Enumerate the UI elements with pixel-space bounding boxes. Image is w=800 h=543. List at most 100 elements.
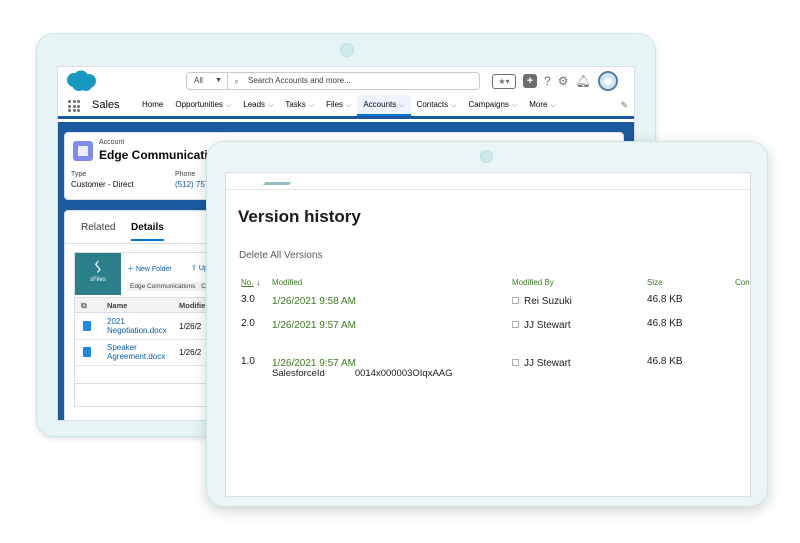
nav-item-label: More [529, 100, 548, 109]
field-value-type: Customer - Direct [71, 180, 134, 189]
plus-icon: ＋ [127, 266, 134, 273]
front-tablet-frame: Version history Delete All Versions No. ↓… [206, 141, 768, 507]
tab-details[interactable]: Details [131, 222, 164, 241]
nav-item-label: Accounts [363, 100, 397, 109]
new-folder-label: New Folder [135, 266, 172, 273]
nav-item-tasks[interactable]: Tasks ⌵ [279, 95, 320, 116]
nav-item-label: Files [326, 100, 344, 109]
version-modified-link[interactable]: 1/26/2021 9:58 AM [272, 296, 356, 307]
version-modified-link[interactable]: 1/26/2021 9:57 AM [272, 320, 356, 331]
field-value-phone[interactable]: (512) 757 [175, 180, 209, 189]
nav-item-label: Opportunities [175, 100, 223, 109]
plus-icon[interactable]: + [523, 74, 537, 88]
column-no[interactable]: No. ↓ [241, 278, 260, 287]
global-search-input[interactable]: ⌕ Search Accounts and more... [228, 72, 480, 90]
nav-item-more[interactable]: More ⌵ [523, 95, 562, 116]
camera-icon [340, 43, 354, 57]
file-name-link[interactable]: 2021 Negotiation.docx [107, 317, 177, 335]
nav-item-campaigns[interactable]: Campaigns ⌵ [462, 95, 523, 116]
sfiles-breadcrumb[interactable]: Edge Communications C [127, 282, 209, 291]
nav-item-contacts[interactable]: Contacts ⌵ [411, 95, 463, 116]
chevron-down-icon[interactable]: ⌵ [512, 102, 517, 109]
user-checkbox-icon [512, 297, 519, 304]
bell-icon[interactable]: 🔔︎ [575, 73, 590, 89]
user-name: Rei Suzuki [524, 296, 572, 307]
version-modified-link[interactable]: 1/26/2021 9:57 AM [272, 358, 356, 369]
nav-item-label: Tasks [285, 100, 306, 109]
tab-related[interactable]: Related [81, 222, 115, 233]
nav-item-leads[interactable]: Leads ⌵ [237, 95, 279, 116]
version-size: 46.8 KB [647, 318, 683, 329]
column-no-label: No. [241, 278, 254, 287]
edit-nav-pencil-icon[interactable]: ✎ [620, 100, 628, 111]
salesforce-cloud-icon[interactable] [64, 70, 98, 92]
sfiles-logo-label: sFiles [90, 277, 106, 283]
nav-item-accounts[interactable]: Accounts ⌵ [357, 95, 411, 116]
file-modified: 1/26/2 [179, 348, 202, 357]
nav-item-label: Home [142, 100, 164, 109]
sfiles-mark-icon: ᛊ [93, 259, 103, 275]
select-all-files-icon[interactable]: ⧉ [81, 301, 87, 311]
user-name: JJ Stewart [524, 358, 571, 369]
nav-item-label: Leads [243, 100, 266, 109]
column-size[interactable]: Size [647, 278, 663, 287]
file-modified: 1/26/2 [179, 322, 202, 331]
chevron-down-icon[interactable]: ⌵ [268, 102, 273, 109]
nav-item-home[interactable]: Home [136, 95, 169, 116]
account-icon [73, 141, 93, 161]
sfiles-logo: ᛊ sFiles [75, 253, 121, 295]
user-name: JJ Stewart [524, 320, 571, 331]
column-name[interactable]: Name [107, 301, 127, 310]
field-label-type: Type [71, 171, 87, 178]
version-modified-by: Rei Suzuki [512, 296, 572, 307]
app-navigation-bar: Sales Home Opportunities ⌵ Leads ⌵ Tasks ⌵ File… [58, 95, 634, 119]
search-scope-value: All [194, 76, 203, 85]
app-launcher-icon[interactable] [68, 100, 80, 112]
version-number: 2.0 [241, 318, 255, 329]
chevron-down-icon[interactable]: ⌵ [226, 102, 231, 109]
stage: All ▼ ⌕ Search Accounts and more... ★▾ +… [0, 0, 800, 543]
help-icon[interactable]: ? [544, 73, 551, 89]
header-utility-icons: ★▾ + ? ⚙ 🔔︎ [492, 71, 618, 91]
nav-item-label: Campaigns [468, 100, 509, 109]
upload-icon: ⇧ [191, 265, 197, 272]
document-icon [83, 347, 91, 357]
version-size: 46.8 KB [647, 356, 683, 367]
version-history-screen: Version history Delete All Versions No. ↓… [225, 172, 751, 497]
chevron-down-icon[interactable]: ⌵ [309, 102, 314, 109]
nav-item-files[interactable]: Files ⌵ [320, 95, 357, 116]
chevron-down-icon[interactable]: ⌵ [399, 102, 404, 109]
version-row: 1.0 1/26/2021 9:57 AM JJ Stewart 46.8 KB [226, 356, 750, 374]
setup-gear-icon[interactable]: ⚙ [558, 73, 569, 89]
version-row: 3.0 1/26/2021 9:58 AM Rei Suzuki 46.8 KB [226, 294, 750, 312]
column-modified[interactable]: Modified [272, 278, 302, 287]
favorites-star-icon[interactable]: ★▾ [492, 73, 516, 89]
search-scope-select[interactable]: All ▼ [186, 72, 228, 90]
version-row: 2.0 1/26/2021 9:57 AM JJ Stewart 46.8 KB [226, 318, 750, 336]
global-header: All ▼ ⌕ Search Accounts and more... ★▾ +… [58, 67, 634, 95]
nav-item-opportunities[interactable]: Opportunities ⌵ [169, 95, 237, 116]
version-size: 46.8 KB [647, 294, 683, 305]
user-avatar-icon[interactable] [597, 71, 618, 91]
search-placeholder: Search Accounts and more... [248, 76, 351, 85]
new-folder-button[interactable]: ＋ New Folder [127, 264, 172, 274]
chevron-down-icon[interactable]: ⌵ [346, 102, 351, 109]
column-comments[interactable]: Con [735, 278, 750, 287]
chevron-down-icon[interactable]: ⌵ [451, 102, 456, 109]
delete-all-versions-link[interactable]: Delete All Versions [239, 250, 322, 261]
top-strip [226, 173, 750, 190]
decorative-stub [262, 173, 300, 185]
column-modified[interactable]: Modifie [179, 301, 205, 310]
sort-down-arrow-icon: ↓ [256, 278, 261, 287]
version-modified-by: JJ Stewart [512, 320, 571, 331]
file-name-link[interactable]: Speaker Agreement.docx [107, 343, 177, 361]
record-object-type: Account [99, 139, 125, 146]
nav-item-label: Contacts [416, 100, 449, 109]
chevron-down-icon[interactable]: ⌵ [550, 102, 555, 109]
page-title: Version history [238, 207, 361, 226]
user-checkbox-icon [512, 359, 519, 366]
field-label-phone: Phone [175, 171, 196, 178]
caret-down-icon: ▼ [215, 77, 222, 84]
column-modified-by[interactable]: Modified By [512, 278, 554, 287]
version-modified-by: JJ Stewart [512, 358, 571, 369]
